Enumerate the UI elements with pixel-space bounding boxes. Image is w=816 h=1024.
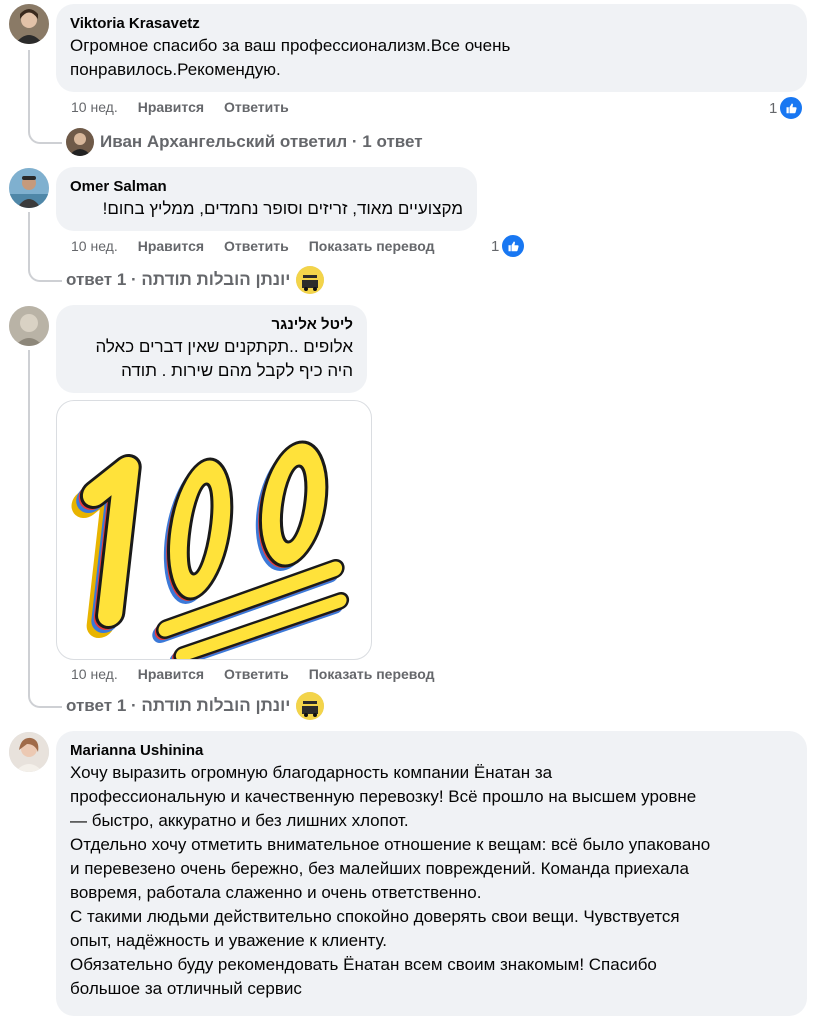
comment-actions: 10 нед. Нравится Ответить Показать перевод bbox=[71, 236, 454, 256]
reaction-count: 1 bbox=[491, 237, 500, 255]
comment-actions: 10 нед. Нравится Ответить bbox=[71, 97, 309, 117]
thread-elbow bbox=[28, 118, 62, 144]
reaction-count: 1 bbox=[769, 99, 778, 117]
replies-text: יונתן הובלות תודתה · 1 ответ bbox=[66, 696, 291, 715]
comment-text-line: понравилось.Рекомендую. bbox=[70, 60, 281, 79]
avatar[interactable] bbox=[9, 306, 49, 346]
comment-text-line: Отдельно хочу отметить внимательное отно… bbox=[70, 835, 711, 854]
thumbs-up-icon bbox=[501, 234, 526, 258]
comment-text-line: и перевезено очень бережно, без малейших… bbox=[70, 859, 689, 878]
comment-text-line: вовремя, работала слаженно и очень ответ… bbox=[70, 883, 482, 902]
thread-elbow bbox=[28, 256, 62, 282]
reply-button[interactable]: Ответить bbox=[224, 236, 289, 256]
like-button[interactable]: Нравится bbox=[138, 664, 204, 684]
comment-text-line: большое за отличный сервис bbox=[70, 979, 302, 998]
hundred-points-sticker[interactable] bbox=[56, 400, 372, 660]
comment-author[interactable]: Marianna Ushinina bbox=[70, 741, 793, 761]
comment-bubble: Omer Salman מקצועיים מאוד, זריזים וסופר … bbox=[56, 167, 477, 231]
comment-text-line: Обязательно буду рекомендовать Ёнатан вс… bbox=[70, 955, 657, 974]
comment-text-line: מקצועיים מאוד, זריזים וסופר נחמדים, ממלי… bbox=[102, 199, 463, 218]
avatar bbox=[296, 266, 325, 294]
comment-text-line: Хочу выразить огромную благодарность ком… bbox=[70, 763, 553, 782]
replies-text: יונתן הובלות תודתה · 1 ответ bbox=[66, 270, 291, 289]
comment-text-line: Огромное спасибо за ваш профессионализм.… bbox=[70, 36, 511, 55]
view-replies-link[interactable]: Иван Архангельский ответил · 1 ответ bbox=[66, 128, 423, 156]
comment-author[interactable]: ליטל אלינגר bbox=[70, 315, 354, 335]
comment-text-line: אלופים ..תקתקנים שאין דברים כאלה bbox=[95, 337, 353, 356]
avatar[interactable] bbox=[9, 168, 49, 208]
reply-button[interactable]: Ответить bbox=[224, 664, 289, 684]
translate-button[interactable]: Показать перевод bbox=[309, 236, 435, 256]
comment-timestamp[interactable]: 10 нед. bbox=[71, 664, 118, 684]
view-replies-link[interactable]: יונתן הובלות תודתה · 1 ответ bbox=[66, 266, 325, 294]
thread-line bbox=[28, 350, 30, 695]
comment-text-line: — быстро, аккуратно и без лишних хлопот. bbox=[70, 811, 409, 830]
avatar bbox=[66, 128, 94, 156]
thumbs-up-icon bbox=[779, 96, 804, 120]
comment-text-line: היה כיף לקבל מהם שירות . תודה bbox=[121, 361, 353, 380]
comment-author[interactable]: Viktoria Krasavetz bbox=[70, 14, 793, 34]
replies-text: Иван Архангельский ответил · 1 ответ bbox=[100, 132, 423, 151]
comment-bubble: Viktoria Krasavetz Огромное спасибо за в… bbox=[56, 4, 807, 92]
thread-elbow bbox=[28, 682, 62, 708]
reaction-summary[interactable]: 1 bbox=[769, 96, 804, 120]
view-replies-link[interactable]: יונתן הובלות תודתה · 1 ответ bbox=[66, 692, 325, 720]
comment-timestamp[interactable]: 10 нед. bbox=[71, 97, 118, 117]
avatar[interactable] bbox=[9, 732, 49, 772]
like-button[interactable]: Нравится bbox=[138, 236, 204, 256]
comment-timestamp[interactable]: 10 нед. bbox=[71, 236, 118, 256]
reaction-summary[interactable]: 1 bbox=[491, 234, 526, 258]
avatar[interactable] bbox=[9, 4, 49, 44]
avatar bbox=[296, 692, 325, 720]
reply-button[interactable]: Ответить bbox=[224, 97, 289, 117]
comment-bubble: ליטל אלינגר אלופים ..תקתקנים שאין דברים … bbox=[56, 305, 367, 393]
comment-text-line: опыт, надёжность и уважение к клиенту. bbox=[70, 931, 387, 950]
like-button[interactable]: Нравится bbox=[138, 97, 204, 117]
translate-button[interactable]: Показать перевод bbox=[309, 664, 435, 684]
comment-text-line: профессиональную и качественную перевозк… bbox=[70, 787, 697, 806]
comment-text-line: С такими людьми действительно спокойно д… bbox=[70, 907, 680, 926]
comment-bubble: Marianna Ushinina Хочу выразить огромную… bbox=[56, 731, 807, 1016]
comment-actions: 10 нед. Нравится Ответить Показать перевод bbox=[71, 664, 454, 684]
comment-author[interactable]: Omer Salman bbox=[70, 177, 463, 197]
